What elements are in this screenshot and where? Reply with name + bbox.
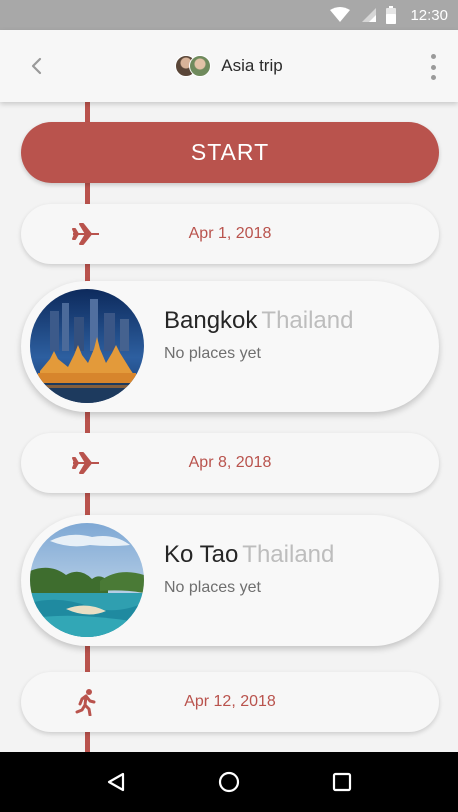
back-triangle-icon[interactable] bbox=[94, 760, 138, 804]
status-icons: 12:30 bbox=[330, 0, 448, 30]
place-country: Thailand bbox=[242, 541, 335, 568]
place-city: Ko Tao bbox=[164, 541, 239, 568]
cellular-signal-icon bbox=[360, 7, 377, 23]
transport-item[interactable]: Apr 8, 2018 bbox=[21, 433, 439, 493]
trip-members bbox=[175, 55, 213, 77]
place-title: Ko Tao Thailand bbox=[164, 541, 334, 569]
transport-item[interactable]: Apr 12, 2018 bbox=[21, 672, 439, 732]
trip-title: Asia trip bbox=[221, 56, 283, 75]
wifi-icon bbox=[330, 7, 351, 23]
place-card-bangkok[interactable]: Bangkok Thailand No places yet bbox=[21, 281, 439, 412]
home-circle-icon[interactable] bbox=[207, 760, 251, 804]
timeline-list[interactable]: START Apr 1, 2018 Bangkok Thailand No pl… bbox=[0, 102, 458, 752]
bangkok-photo bbox=[30, 289, 144, 403]
battery-icon bbox=[386, 6, 397, 24]
ko-tao-photo bbox=[30, 523, 144, 637]
more-vert-icon[interactable] bbox=[426, 54, 440, 80]
place-subtitle: No places yet bbox=[164, 579, 261, 596]
clock: 12:30 bbox=[410, 6, 448, 24]
system-nav-bar bbox=[0, 752, 458, 812]
transport-date: Apr 12, 2018 bbox=[184, 693, 276, 710]
app-bar: Asia trip bbox=[0, 30, 458, 102]
trip-header[interactable]: Asia trip bbox=[0, 30, 458, 102]
place-title: Bangkok Thailand bbox=[164, 307, 353, 335]
place-country: Thailand bbox=[261, 307, 354, 334]
place-info: Ko Tao Thailand No places yet bbox=[164, 541, 334, 597]
timeline-line bbox=[85, 102, 90, 752]
place-city: Bangkok bbox=[164, 307, 258, 334]
transport-date: Apr 8, 2018 bbox=[188, 454, 272, 471]
avatar bbox=[189, 55, 212, 77]
transport-item[interactable]: Apr 1, 2018 bbox=[21, 204, 439, 264]
recents-square-icon[interactable] bbox=[320, 760, 364, 804]
status-bar: 12:30 bbox=[0, 0, 458, 30]
place-info: Bangkok Thailand No places yet bbox=[164, 307, 353, 363]
place-card-ko-tao[interactable]: Ko Tao Thailand No places yet bbox=[21, 515, 439, 646]
place-subtitle: No places yet bbox=[164, 345, 261, 362]
transport-date: Apr 1, 2018 bbox=[188, 225, 272, 242]
start-button[interactable]: START bbox=[21, 122, 439, 183]
